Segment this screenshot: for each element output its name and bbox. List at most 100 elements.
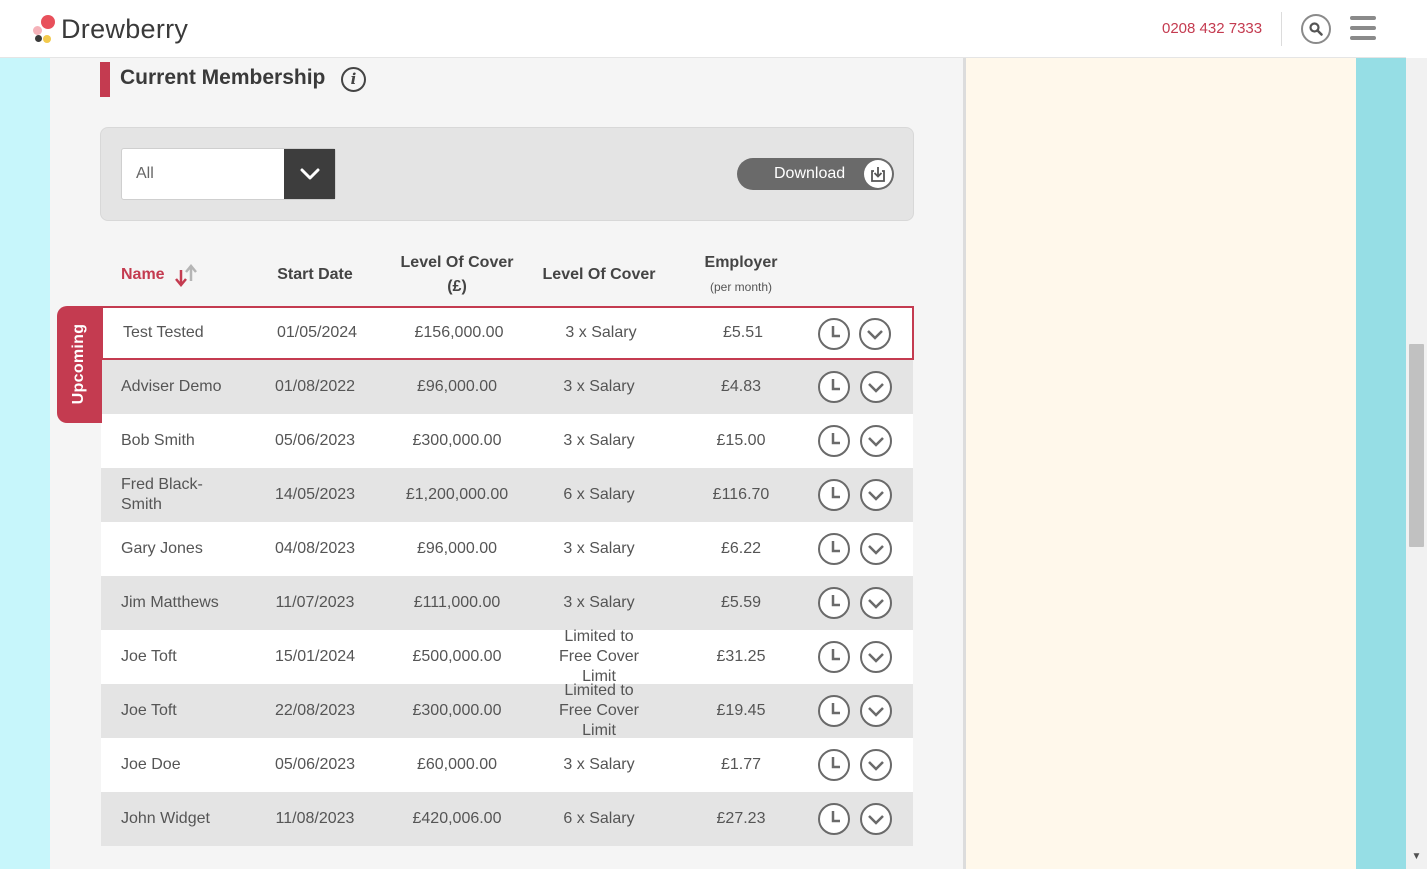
cell-name: Test Tested: [123, 324, 204, 341]
clock-icon[interactable]: [818, 749, 850, 781]
cell-start-date: 22/08/2023: [274, 702, 356, 719]
table-row[interactable]: Joe Doe 05/06/2023 £60,000.00 3 x Salary…: [101, 738, 913, 792]
cell-cover-value: £500,000.00: [412, 648, 502, 665]
cell-cover-value: £300,000.00: [412, 432, 502, 449]
expand-icon[interactable]: [860, 371, 892, 403]
site-header: Drewberry 0208 432 7333: [0, 0, 1406, 58]
cell-cover-value: £111,000.00: [413, 594, 501, 611]
expand-icon[interactable]: [860, 641, 892, 673]
expand-icon[interactable]: [860, 587, 892, 619]
cell-cover: Limited to Free Cover Limit: [558, 682, 640, 739]
column-header-name[interactable]: Name: [121, 263, 165, 287]
brand-name: Drewberry: [61, 13, 189, 44]
select-value: All: [136, 165, 154, 182]
cell-start-date: 04/08/2023: [274, 540, 356, 557]
cell-start-date: 01/05/2024: [276, 324, 358, 341]
expand-icon[interactable]: [860, 425, 892, 457]
page-title: Current Membership: [120, 66, 326, 89]
cell-start-date: 11/07/2023: [275, 594, 355, 611]
side-panel: [966, 0, 1356, 869]
table-row[interactable]: Bob Smith 05/06/2023 £300,000.00 3 x Sal…: [101, 414, 913, 468]
chevron-down-icon: [300, 168, 319, 180]
menu-icon[interactable]: [1350, 16, 1376, 40]
sort-icon[interactable]: [173, 264, 199, 288]
scrollbar-thumb[interactable]: [1409, 344, 1424, 547]
cell-start-date: 14/05/2023: [274, 486, 356, 503]
cell-cover: 3 x Salary: [563, 540, 635, 557]
clock-icon[interactable]: [818, 425, 850, 457]
cell-employer: £31.25: [716, 648, 766, 665]
table-row[interactable]: Adviser Demo 01/08/2022 £96,000.00 3 x S…: [101, 360, 913, 414]
cell-cover-value: £156,000.00: [414, 324, 504, 341]
column-header-employer-label: Employer: [704, 254, 778, 271]
cell-cover: 6 x Salary: [563, 486, 635, 503]
cell-cover-value: £1,200,000.00: [405, 486, 509, 503]
table-row[interactable]: Fred Black-Smith 14/05/2023 £1,200,000.0…: [101, 468, 913, 522]
select-dropdown-button[interactable]: [284, 149, 335, 199]
cell-name: Jim Matthews: [121, 594, 219, 611]
membership-filter-select[interactable]: All: [121, 148, 336, 200]
cell-start-date: 01/08/2022: [274, 378, 356, 395]
cell-name: Fred Black-Smith: [121, 476, 203, 513]
expand-icon[interactable]: [860, 533, 892, 565]
upcoming-label: Upcoming: [70, 323, 87, 405]
clock-icon[interactable]: [818, 479, 850, 511]
clock-icon[interactable]: [818, 695, 850, 727]
table-row[interactable]: John Widget 11/08/2023 £420,006.00 6 x S…: [101, 792, 913, 846]
cell-name: Joe Toft: [121, 648, 177, 665]
cell-cover: 6 x Salary: [563, 810, 635, 827]
column-header-employer: Employer (per month): [691, 251, 791, 299]
expand-icon[interactable]: [860, 479, 892, 511]
clock-icon[interactable]: [818, 587, 850, 619]
column-header-cover-value-label: Level Of Cover: [400, 254, 514, 271]
cell-cover: 3 x Salary: [563, 378, 635, 395]
expand-icon[interactable]: [860, 749, 892, 781]
cell-start-date: 05/06/2023: [274, 432, 356, 449]
search-button[interactable]: [1301, 14, 1331, 44]
header-separator: [1281, 12, 1282, 46]
upcoming-tag: Upcoming: [57, 306, 102, 423]
cell-employer: £27.23: [716, 810, 766, 827]
table-row[interactable]: Gary Jones 04/08/2023 £96,000.00 3 x Sal…: [101, 522, 913, 576]
cell-name: Adviser Demo: [121, 378, 222, 395]
cell-cover-value: £60,000.00: [416, 756, 498, 773]
cell-cover: 3 x Salary: [563, 432, 635, 449]
clock-icon[interactable]: [818, 533, 850, 565]
cell-employer: £1.77: [720, 756, 762, 773]
cell-employer: £5.51: [722, 324, 764, 341]
cell-name: Gary Jones: [121, 540, 203, 557]
expand-icon[interactable]: [859, 318, 891, 350]
clock-icon[interactable]: [818, 641, 850, 673]
clock-icon[interactable]: [818, 371, 850, 403]
cell-cover-value: £96,000.00: [416, 378, 498, 395]
cell-cover-value: £420,006.00: [412, 810, 502, 827]
table-row[interactable]: Joe Toft 22/08/2023 £300,000.00 Limited …: [101, 682, 913, 739]
table-row[interactable]: Jim Matthews 11/07/2023 £111,000.00 3 x …: [101, 576, 913, 630]
table-row[interactable]: Joe Toft 15/01/2024 £500,000.00 Limited …: [101, 628, 913, 685]
cell-name: Joe Doe: [121, 756, 181, 773]
scroll-down-arrow-icon[interactable]: ▼: [1409, 850, 1424, 864]
column-header-employer-sub: (per month): [709, 280, 773, 294]
expand-icon[interactable]: [860, 695, 892, 727]
cell-cover: 3 x Salary: [563, 756, 635, 773]
brand-logo[interactable]: Drewberry: [32, 12, 188, 46]
cell-cover-value: £300,000.00: [412, 702, 502, 719]
title-accent-bar: [100, 62, 110, 97]
cell-employer: £15.00: [716, 432, 766, 449]
cell-employer: £5.59: [720, 594, 762, 611]
column-header-start-date: Start Date: [277, 266, 353, 283]
clock-icon[interactable]: [818, 318, 850, 350]
expand-icon[interactable]: [860, 803, 892, 835]
download-button[interactable]: Download: [737, 158, 894, 190]
clock-icon[interactable]: [818, 803, 850, 835]
cell-name: Bob Smith: [121, 432, 195, 449]
cell-start-date: 15/01/2024: [274, 648, 356, 665]
info-icon[interactable]: i: [341, 67, 366, 92]
cell-name: Joe Toft: [121, 702, 177, 719]
phone-link[interactable]: 0208 432 7333: [1162, 20, 1262, 37]
logo-dots-icon: [32, 14, 58, 44]
cell-cover: Limited to Free Cover Limit: [558, 628, 640, 685]
cell-employer: £19.45: [716, 702, 766, 719]
cell-cover: 3 x Salary: [565, 324, 637, 341]
table-row[interactable]: Test Tested 01/05/2024 £156,000.00 3 x S…: [101, 306, 914, 360]
